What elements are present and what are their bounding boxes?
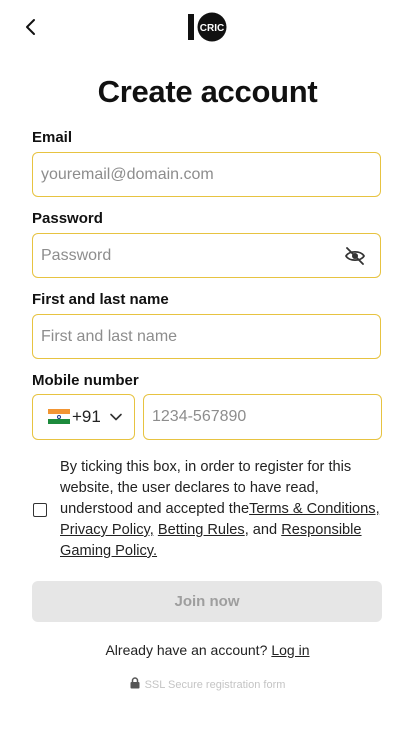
name-field[interactable] — [33, 315, 331, 358]
consent-and: , and — [244, 522, 278, 538]
secure-note: SSL Secure registration form — [0, 677, 415, 691]
country-code-select[interactable]: +91 — [32, 394, 135, 440]
terms-link[interactable]: Terms & Conditions, — [249, 501, 380, 517]
chevron-down-icon — [110, 413, 122, 421]
lock-icon — [130, 677, 140, 689]
page-title: Create account — [97, 74, 318, 109]
terms-checkbox[interactable] — [33, 503, 47, 517]
betting-rules-link[interactable]: Betting Rules — [158, 522, 245, 538]
consent-text: By ticking this box, in order to registe… — [60, 457, 380, 562]
login-prompt: Already have an account? — [105, 642, 268, 658]
password-field[interactable] — [33, 234, 331, 277]
top-bar: CRIC — [0, 0, 415, 54]
logo-text: CRIC — [200, 23, 224, 34]
email-field-wrapper — [32, 152, 381, 197]
name-label: First and last name — [32, 291, 169, 308]
password-label: Password — [32, 210, 103, 227]
login-prompt-row: Already have an account? Log in — [0, 642, 415, 658]
name-field-wrapper — [32, 314, 381, 359]
secure-note-text: SSL Secure registration form — [144, 679, 286, 691]
join-now-button[interactable]: Join now — [32, 581, 382, 622]
email-field[interactable] — [33, 153, 331, 196]
india-flag-icon — [48, 409, 70, 424]
mobile-label: Mobile number — [32, 372, 139, 389]
phone-field-wrapper — [143, 394, 415, 440]
country-code: +91 — [72, 407, 101, 426]
login-link[interactable]: Log in — [271, 642, 309, 658]
privacy-link[interactable]: Privacy Policy, — [60, 522, 154, 538]
chevron-left-icon[interactable] — [20, 16, 42, 38]
eye-off-icon[interactable] — [344, 246, 366, 266]
phone-field[interactable] — [144, 395, 415, 439]
password-field-wrapper — [32, 233, 381, 278]
email-label: Email — [32, 129, 73, 146]
brand-logo: CRIC — [188, 12, 227, 42]
